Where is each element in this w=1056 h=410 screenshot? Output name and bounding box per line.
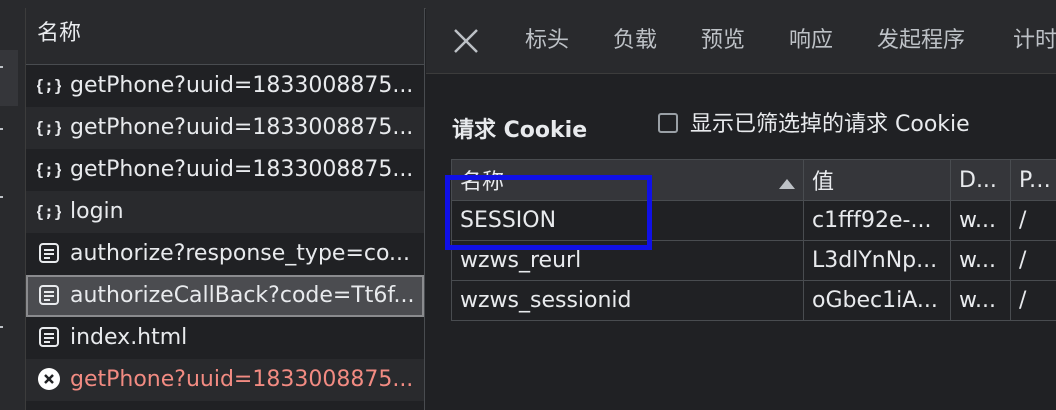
request-row-label: getPhone?uuid=1833008875... <box>70 367 414 392</box>
cookie-name: wzws_sessionid <box>451 280 804 321</box>
cookie-table: 名称 值 D... P... SESSION c1fff92e-... w...… <box>451 159 1056 321</box>
column-header-name[interactable]: 名称 <box>451 159 804 201</box>
left-sidebar-gutter <box>0 8 26 410</box>
cookie-domain: w... <box>950 200 1011 241</box>
show-filtered-cookies-toggle[interactable]: 显示已筛选掉的请求 Cookie <box>658 110 970 140</box>
cookie-row[interactable]: wzws_reurl L3dlYnNp... w... / <box>451 240 1056 281</box>
svg-text:{;}: {;} <box>37 202 61 221</box>
cookie-table-header-row: 名称 值 D... P... <box>451 159 1056 201</box>
fetch-icon: {;} <box>37 202 61 221</box>
cookie-value: c1fff92e-... <box>803 200 951 241</box>
document-icon <box>39 284 59 305</box>
request-row-selected[interactable]: authorizeCallBack?code=Tt6f... <box>26 275 424 317</box>
close-icon[interactable] <box>452 27 480 55</box>
tab-timing[interactable]: 计时 <box>1013 28 1056 54</box>
column-header-domain[interactable]: D... <box>950 159 1011 201</box>
tab-payload[interactable]: 负载 <box>613 28 657 54</box>
request-row[interactable]: {;} getPhone?uuid=1833008875... <box>26 149 424 191</box>
request-row[interactable]: {;} login <box>26 191 424 233</box>
column-header-name-label: 名称 <box>460 170 505 195</box>
column-header-value[interactable]: 值 <box>803 159 951 201</box>
error-icon <box>38 367 60 390</box>
svg-text:{;}: {;} <box>37 76 61 95</box>
svg-text:{;}: {;} <box>37 118 61 137</box>
tab-response[interactable]: 响应 <box>789 28 833 54</box>
request-row[interactable]: {;} getPhone?uuid=1833008875... <box>26 65 424 107</box>
request-row[interactable]: authorize?response_type=co... <box>26 233 424 275</box>
fetch-icon: {;} <box>37 76 61 95</box>
cookie-value: L3dlYnNp... <box>803 240 951 281</box>
request-row-error[interactable]: getPhone?uuid=1833008875... <box>26 359 424 401</box>
document-icon <box>39 326 59 347</box>
cookie-domain: w... <box>950 280 1011 321</box>
gutter-tick <box>0 196 3 198</box>
gutter-tick <box>0 128 3 130</box>
request-row-label: getPhone?uuid=1833008875... <box>70 115 414 140</box>
cookie-path: / <box>1010 240 1056 281</box>
cookie-value: oGbec1iA... <box>803 280 951 321</box>
tab-headers[interactable]: 标头 <box>525 28 569 54</box>
request-row-label: getPhone?uuid=1833008875... <box>70 73 414 98</box>
cookie-domain: w... <box>950 240 1011 281</box>
sort-ascending-icon <box>779 179 795 189</box>
fetch-icon: {;} <box>37 118 61 137</box>
request-row-label: authorizeCallBack?code=Tt6f... <box>70 283 415 308</box>
detail-tab-bar: 标头 负载 预览 响应 发起程序 计时 <box>426 8 1056 74</box>
request-list-panel: 名称 {;} getPhone?uuid=1833008875... {;} get… <box>26 8 425 410</box>
document-icon <box>39 242 59 263</box>
cookie-row[interactable]: SESSION c1fff92e-... w... / <box>451 200 1056 241</box>
column-header-path[interactable]: P... <box>1010 159 1056 201</box>
request-cookies-title: 请求 Cookie <box>452 118 588 143</box>
request-row-label: getPhone?uuid=1833008875... <box>70 157 414 182</box>
tab-preview[interactable]: 预览 <box>701 28 745 54</box>
cookie-path: / <box>1010 280 1056 321</box>
request-row-label: authorize?response_type=co... <box>70 241 411 266</box>
show-filtered-label: 显示已筛选掉的请求 Cookie <box>690 112 970 137</box>
request-row-label: index.html <box>70 325 188 350</box>
show-filtered-checkbox[interactable] <box>658 113 678 133</box>
svg-text:{;}: {;} <box>37 160 61 179</box>
sidebar-selected-slot <box>0 50 18 106</box>
cookie-name: wzws_reurl <box>451 240 804 281</box>
request-list-header[interactable]: 名称 <box>26 8 424 65</box>
request-row[interactable]: {;} getPhone?uuid=1833008875... <box>26 107 424 149</box>
cookie-name: SESSION <box>451 200 804 241</box>
request-row-label: login <box>70 199 124 224</box>
cookie-row[interactable]: wzws_sessionid oGbec1iA... w... / <box>451 280 1056 321</box>
tab-initiator[interactable]: 发起程序 <box>877 28 965 54</box>
fetch-icon: {;} <box>37 160 61 179</box>
gutter-tick <box>0 66 3 68</box>
request-row[interactable]: index.html <box>26 317 424 359</box>
request-detail-panel: 标头 负载 预览 响应 发起程序 计时 请求 Cookie 显示已筛选掉的请求 … <box>426 8 1056 410</box>
gutter-tick <box>0 326 3 328</box>
cookie-path: / <box>1010 200 1056 241</box>
